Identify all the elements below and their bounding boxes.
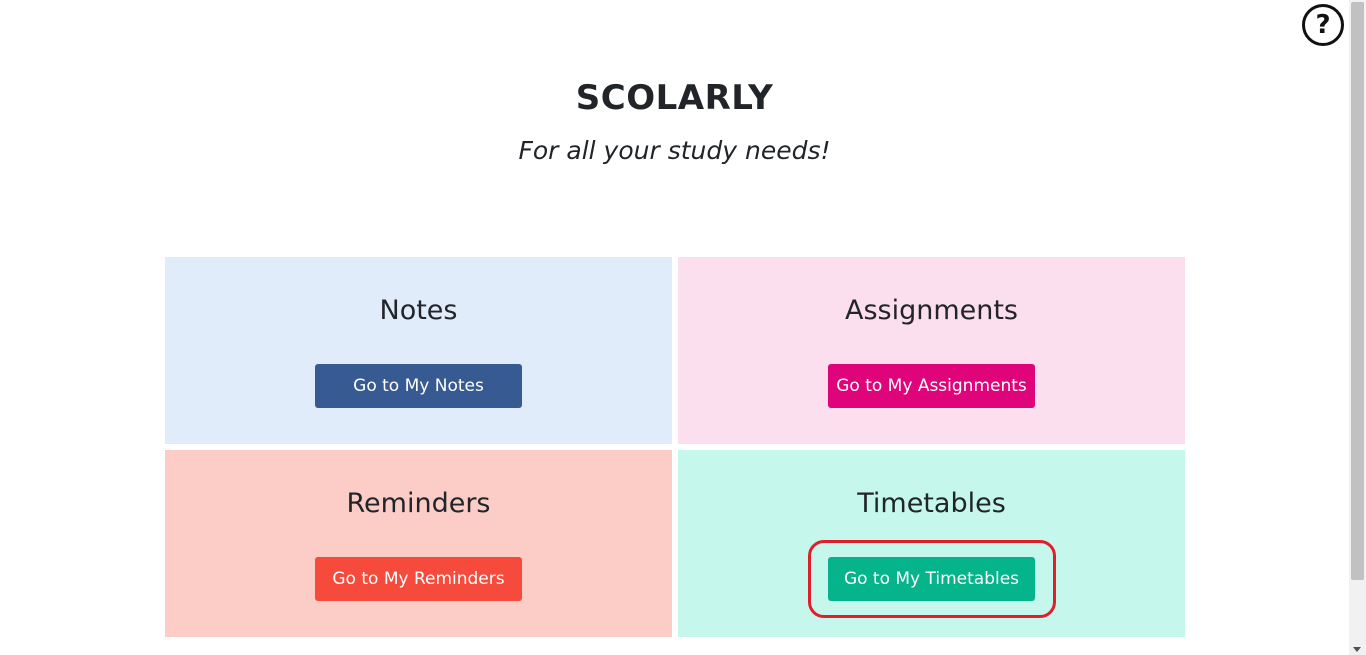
vertical-scrollbar[interactable] (1349, 0, 1366, 655)
home-page: ? SCOLARLY For all your study needs! Not… (0, 0, 1366, 655)
reminders-button[interactable]: Go to My Reminders (315, 557, 522, 601)
scroll-down-arrow-icon[interactable] (1353, 647, 1361, 652)
module-grid: Notes Go to My Notes Assignments Go to M… (165, 257, 1185, 637)
notes-button[interactable]: Go to My Notes (315, 364, 522, 408)
timetables-card-title: Timetables (857, 488, 1006, 519)
help-button[interactable]: ? (1302, 4, 1344, 46)
timetables-card: Timetables Go to My Timetables (678, 450, 1185, 637)
assignments-card-title: Assignments (844, 295, 1019, 326)
assignments-button[interactable]: Go to My Assignments (828, 364, 1035, 408)
app-title: SCOLARLY (575, 78, 774, 118)
timetables-button[interactable]: Go to My Timetables (828, 557, 1035, 601)
notes-card-title: Notes (379, 295, 458, 326)
assignments-card: Assignments Go to My Assignments (678, 257, 1185, 444)
app-subtitle: For all your study needs! (518, 136, 831, 165)
notes-card: Notes Go to My Notes (165, 257, 672, 444)
help-icon: ? (1315, 10, 1331, 40)
scrollbar-thumb[interactable] (1351, 2, 1364, 580)
reminders-card-title: Reminders (346, 488, 491, 519)
reminders-card: Reminders Go to My Reminders (165, 450, 672, 637)
